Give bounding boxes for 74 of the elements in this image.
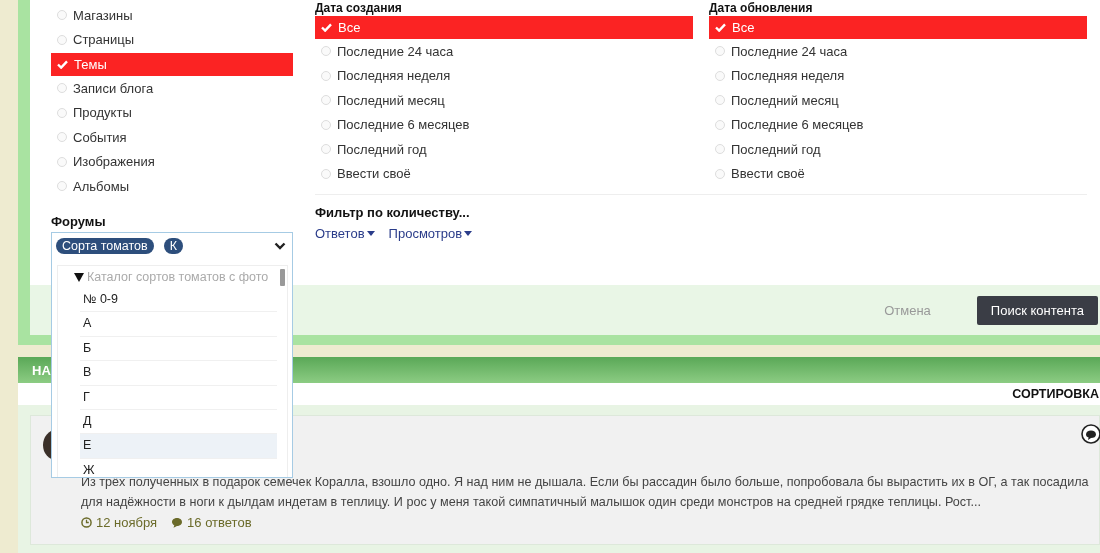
- comment-icon: [171, 517, 184, 528]
- filter-heading: Дата создания: [315, 1, 403, 15]
- content-type-option[interactable]: Изображения: [51, 149, 293, 174]
- radio-icon: [321, 46, 331, 57]
- clock-icon: [81, 517, 92, 528]
- tree-item[interactable]: Г: [80, 385, 277, 410]
- radio-icon: [715, 168, 725, 179]
- date-option[interactable]: Ввести своё: [709, 161, 1087, 186]
- content-type-option[interactable]: Магазины: [51, 3, 293, 28]
- forum-tag[interactable]: Сорта томатов: [56, 238, 154, 254]
- tree-item[interactable]: В: [80, 361, 277, 386]
- tree-node-label: Каталог сортов томатов с фото: [87, 270, 269, 284]
- tree-item[interactable]: № 0-9: [80, 288, 277, 313]
- sort-label[interactable]: СОРТИРОВКА: [1012, 387, 1099, 401]
- tree-item[interactable]: А: [80, 312, 277, 337]
- radio-icon: [57, 10, 67, 21]
- caret-icon: [366, 231, 375, 236]
- radio-icon: [715, 144, 725, 155]
- date-option[interactable]: Последняя неделя: [709, 63, 1087, 88]
- content-type-option[interactable]: Альбомы: [51, 174, 293, 199]
- forum-tag[interactable]: К: [163, 238, 183, 254]
- date-option[interactable]: Последние 6 месяцев: [709, 112, 1087, 137]
- filter-heading: Дата обновления: [709, 1, 814, 15]
- caret-icon: [464, 231, 473, 236]
- triangle-down-icon: [74, 272, 84, 282]
- chevron-down-icon: [274, 242, 286, 250]
- radio-icon: [57, 83, 67, 94]
- date-option[interactable]: Последние 6 месяцев: [315, 112, 693, 137]
- radio-icon: [715, 70, 725, 81]
- count-filter-link[interactable]: Просмотров: [388, 226, 473, 241]
- radio-icon: [321, 144, 331, 155]
- radio-icon: [321, 95, 331, 106]
- count-filter-link[interactable]: Ответов: [315, 226, 375, 241]
- date-option[interactable]: Последние 24 часа: [315, 39, 693, 64]
- count-filter-heading: Фильтр по количеству...: [315, 205, 471, 220]
- date-option[interactable]: Последний год: [709, 137, 1087, 162]
- date-option[interactable]: Последняя неделя: [315, 63, 693, 88]
- date-option[interactable]: Последний месяц: [315, 88, 693, 113]
- radio-icon: [57, 107, 67, 118]
- radio-icon: [715, 95, 725, 106]
- search-button[interactable]: Поиск контента: [976, 295, 1098, 325]
- radio-icon: [57, 34, 67, 45]
- radio-icon: [715, 46, 725, 57]
- date-option[interactable]: Последние 24 часа: [709, 39, 1087, 64]
- content-type-option[interactable]: Продукты: [51, 100, 293, 125]
- radio-icon: [57, 156, 67, 167]
- radio-icon: [57, 181, 67, 192]
- check-icon: [715, 23, 726, 32]
- date-option[interactable]: Все: [709, 16, 1087, 39]
- tree-item[interactable]: Ж: [80, 458, 277, 477]
- tree-item[interactable]: Б: [80, 336, 277, 362]
- radio-icon: [321, 168, 331, 179]
- date-option[interactable]: Последний год: [315, 137, 693, 162]
- scrollbar-thumb[interactable]: [280, 269, 285, 286]
- radio-icon: [57, 132, 67, 143]
- radio-icon: [715, 119, 725, 130]
- check-icon: [57, 60, 68, 69]
- post-date[interactable]: 12 ноября: [81, 515, 158, 530]
- date-option[interactable]: Ввести своё: [315, 161, 693, 186]
- forum-select-field[interactable]: Сорта томатов К Каталог сортов томатов с фото № 0-9 А Б В Г Д Е Ж: [51, 232, 293, 478]
- radio-icon: [321, 119, 331, 130]
- content-type-option[interactable]: Темы: [51, 53, 293, 76]
- check-icon: [321, 23, 332, 32]
- tree-item[interactable]: Е: [80, 434, 277, 459]
- post-replies[interactable]: 16 ответов: [171, 515, 252, 530]
- content-type-option[interactable]: Записи блога: [51, 76, 293, 101]
- forums-label: Форумы: [51, 213, 107, 229]
- results-title: НА: [32, 362, 51, 378]
- content-type-option[interactable]: События: [51, 125, 293, 150]
- date-option[interactable]: Все: [315, 16, 693, 39]
- date-option[interactable]: Последний месяц: [709, 88, 1087, 113]
- content-type-option[interactable]: Страницы: [51, 27, 293, 52]
- comment-icon: [1081, 424, 1100, 444]
- radio-icon: [321, 70, 331, 81]
